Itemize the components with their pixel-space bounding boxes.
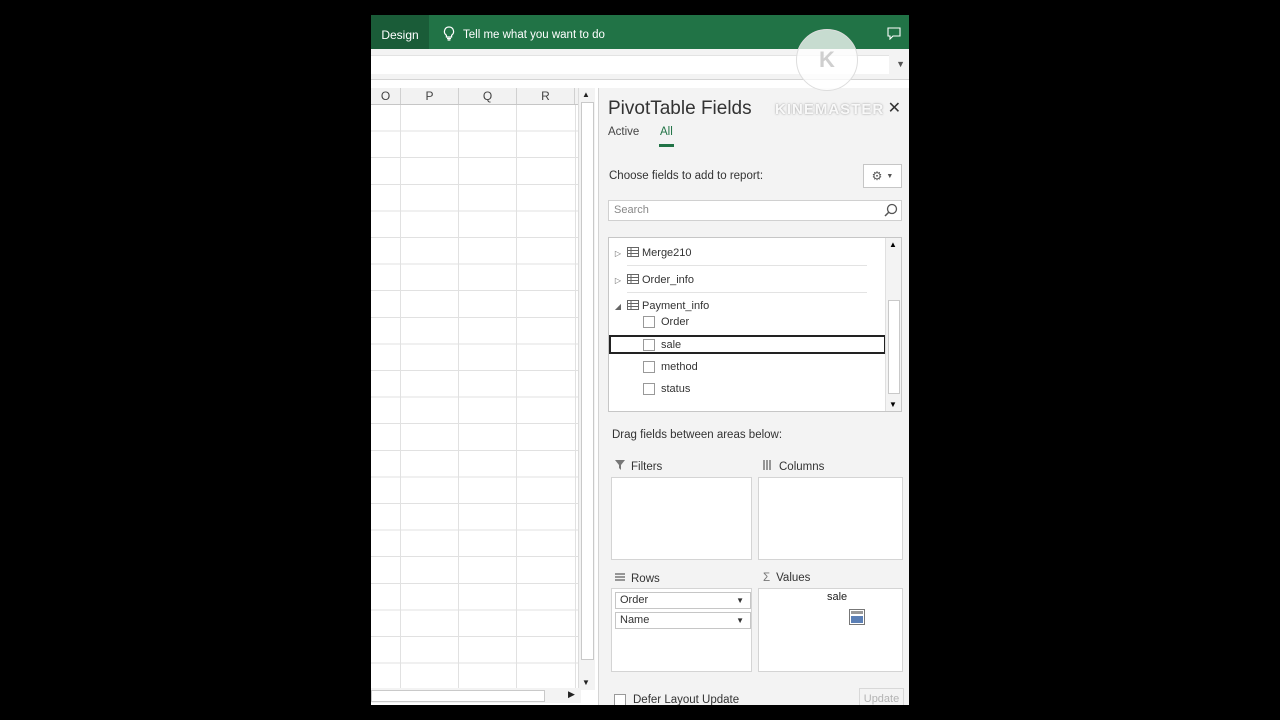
table-name: Merge210 [642, 247, 692, 259]
rows-header: Rows [615, 572, 660, 585]
filters-header: Filters [615, 460, 662, 473]
search-icon[interactable] [884, 203, 898, 222]
close-icon[interactable]: ✕ [888, 98, 901, 118]
kinemaster-watermark: KINEMASTER [775, 101, 885, 118]
table-icon [627, 246, 639, 260]
scroll-thumb[interactable] [888, 300, 900, 394]
column-header-o[interactable]: O [371, 88, 401, 104]
rows-field-order[interactable]: Order ▼ [615, 592, 751, 609]
rows-field-label: Order [620, 594, 649, 606]
rows-icon [615, 572, 625, 585]
rows-area[interactable]: Order ▼ Name ▼ [611, 588, 752, 672]
horizontal-scrollbar[interactable]: ▶ [371, 688, 581, 703]
defer-checkbox[interactable] [614, 694, 626, 705]
filters-label: Filters [631, 460, 663, 473]
values-header: Σ Values [763, 572, 810, 584]
column-headers: O P Q R [371, 88, 578, 105]
table-icon [627, 273, 639, 287]
update-button[interactable]: Update [859, 688, 904, 705]
field-checkbox[interactable] [643, 316, 655, 328]
field-label: status [661, 383, 691, 395]
field-item-method[interactable]: method [609, 357, 886, 377]
columns-icon [763, 460, 773, 473]
field-label: sale [661, 338, 682, 351]
field-item-order[interactable]: Order [609, 312, 886, 332]
pane-title: PivotTable Fields [608, 98, 752, 119]
defer-layout-update[interactable]: Defer Layout Update [614, 694, 739, 705]
tools-button[interactable]: ⚙ ▼ [863, 164, 902, 188]
field-list: ▷ Merge210 ▷ Order_info ◢ Payment_info O… [608, 237, 902, 412]
scroll-down-icon[interactable]: ▼ [582, 678, 590, 687]
table-item-order-info[interactable]: ▷ Order_info [609, 270, 869, 290]
expand-icon[interactable]: ▷ [611, 249, 625, 258]
values-area[interactable]: sale [758, 588, 903, 672]
columns-header: Columns [763, 460, 824, 473]
table-name: Payment_info [642, 300, 710, 312]
design-tab[interactable]: Design [371, 15, 429, 49]
columns-label: Columns [779, 460, 825, 473]
field-item-status[interactable]: status [609, 379, 886, 399]
rows-field-label: Name [620, 614, 650, 626]
excel-window: Design Tell me what you want to do ▼ O P… [371, 15, 909, 705]
scroll-up-icon[interactable]: ▲ [889, 240, 897, 249]
field-list-scrollbar[interactable]: ▲ ▼ [885, 238, 901, 411]
table-icon [627, 299, 639, 313]
field-label: Order [661, 316, 690, 328]
vertical-scrollbar[interactable]: ▲ ▼ [578, 88, 595, 690]
expand-icon[interactable]: ▷ [611, 276, 625, 285]
rows-field-name[interactable]: Name ▼ [615, 612, 751, 629]
worksheet-grid[interactable]: O P Q R [371, 88, 578, 690]
choose-fields-label: Choose fields to add to report: [609, 170, 764, 182]
kinemaster-logo: K [796, 29, 858, 91]
field-checkbox[interactable] [643, 338, 655, 351]
columns-area[interactable] [758, 477, 903, 560]
comment-icon[interactable] [887, 27, 901, 45]
table-name: Order_info [642, 274, 694, 286]
chevron-down-icon[interactable]: ▼ [896, 59, 905, 69]
column-header-p[interactable]: P [401, 88, 459, 104]
chevron-down-icon[interactable]: ▼ [736, 613, 744, 628]
gridline [575, 105, 576, 690]
filters-area[interactable] [611, 477, 752, 560]
scroll-up-icon[interactable]: ▲ [582, 90, 590, 99]
collapse-icon[interactable]: ◢ [611, 302, 625, 311]
scroll-right-icon[interactable]: ▶ [568, 689, 575, 700]
gridline [400, 105, 401, 690]
gear-icon: ⚙ [871, 169, 883, 183]
tab-underline [659, 144, 674, 147]
drag-fields-label: Drag fields between areas below: [612, 429, 783, 441]
divider [627, 292, 867, 293]
tell-me-box[interactable]: Tell me what you want to do [443, 15, 605, 49]
pivot-fields-pane: PivotTable Fields KINEMASTER ✕ Active Al… [598, 88, 909, 705]
search-placeholder: Search [614, 204, 649, 216]
filter-icon [615, 460, 625, 473]
divider [627, 265, 867, 266]
dragging-field-label: sale [827, 591, 848, 603]
scroll-thumb[interactable] [371, 690, 545, 702]
drag-cursor-icon [849, 609, 865, 630]
field-label: method [661, 361, 698, 373]
column-header-q[interactable]: Q [459, 88, 517, 104]
table-item-merge210[interactable]: ▷ Merge210 [609, 243, 869, 263]
scroll-down-icon[interactable]: ▼ [889, 400, 897, 409]
values-label: Values [776, 572, 811, 584]
rows-label: Rows [631, 572, 660, 585]
tell-me-text: Tell me what you want to do [463, 29, 605, 41]
gridline [516, 105, 517, 690]
tab-active[interactable]: Active [608, 126, 639, 138]
field-item-sale[interactable]: sale [609, 335, 886, 354]
chevron-down-icon: ▼ [886, 172, 894, 180]
sigma-icon: Σ [763, 572, 771, 584]
defer-label: Defer Layout Update [633, 694, 740, 705]
gridline [458, 105, 459, 690]
lightbulb-icon [443, 26, 455, 44]
field-checkbox[interactable] [643, 383, 655, 395]
search-input[interactable]: Search [608, 200, 902, 221]
cell-area[interactable] [371, 105, 578, 690]
field-checkbox[interactable] [643, 361, 655, 373]
chevron-down-icon[interactable]: ▼ [736, 593, 744, 608]
column-header-r[interactable]: R [517, 88, 575, 104]
tab-all[interactable]: All [660, 126, 673, 138]
scroll-thumb[interactable] [581, 102, 594, 660]
